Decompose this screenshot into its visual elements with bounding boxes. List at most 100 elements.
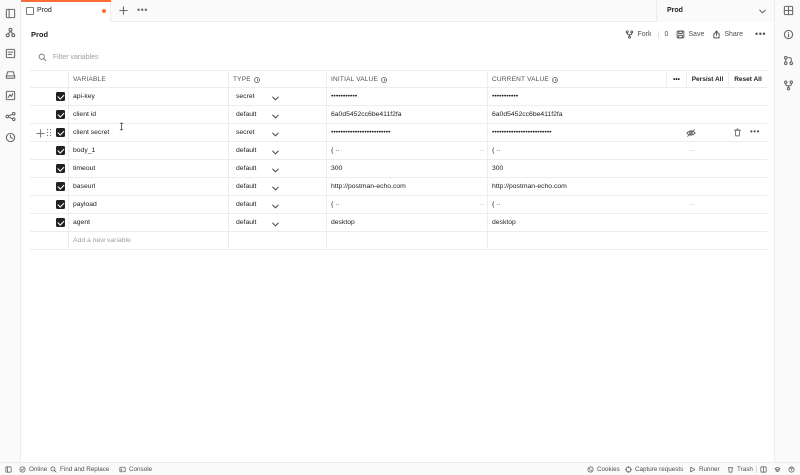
expand-value-icon[interactable]: …	[689, 201, 695, 207]
console-button[interactable]: Console	[119, 466, 152, 473]
reset-all-button[interactable]: Reset All	[728, 71, 767, 88]
row-enabled-checkbox[interactable]	[56, 164, 65, 173]
variable-name[interactable]: payload	[73, 201, 223, 208]
current-value[interactable]: •••••••••••	[492, 93, 642, 100]
fork-button[interactable]: Fork 0	[625, 29, 668, 39]
table-row[interactable]: timeout default 300 300	[30, 160, 767, 178]
chevron-down-icon[interactable]	[270, 93, 279, 101]
table-row[interactable]: api-key secret ••••••••••• •••••••••••	[30, 88, 767, 106]
chevron-down-icon[interactable]	[270, 183, 279, 191]
new-tab-plus-icon[interactable]	[118, 5, 129, 16]
chevron-down-icon[interactable]	[270, 201, 279, 209]
row-enabled-checkbox[interactable]	[56, 128, 65, 137]
current-value[interactable]: •••••••••••••••••••••••••	[492, 129, 642, 136]
table-row[interactable]: body_1 default { ·· … { ·· …	[30, 142, 767, 160]
mock-servers-icon[interactable]	[5, 90, 16, 101]
row-more-icon[interactable]: •••	[750, 127, 760, 136]
bootcamp-icon[interactable]	[774, 466, 781, 473]
row-enabled-checkbox[interactable]	[56, 182, 65, 191]
expand-value-icon[interactable]: …	[689, 147, 695, 153]
toggle-sidebar-icon[interactable]	[5, 466, 12, 473]
search-icon	[50, 466, 57, 473]
share-button[interactable]: Share	[712, 30, 743, 39]
capture-requests-button[interactable]: Capture requests	[625, 466, 683, 473]
table-row[interactable]: baseurl default http://postman-echo.com …	[30, 178, 767, 196]
expand-value-icon[interactable]: …	[479, 147, 485, 153]
initial-value[interactable]: { ··	[331, 201, 481, 208]
help-icon[interactable]	[788, 466, 795, 473]
initial-value[interactable]: 6a0d5452cc6be411f2fa	[331, 111, 481, 118]
runner-button[interactable]: Runner	[689, 466, 720, 473]
info-icon[interactable]	[783, 29, 794, 40]
table-row[interactable]: client secret secret •••••••••••••••••••…	[30, 124, 767, 142]
current-value[interactable]: 300	[492, 165, 642, 172]
online-status-button[interactable]: Online	[19, 466, 47, 473]
current-value[interactable]: desktop	[492, 219, 642, 226]
variable-name[interactable]: body_1	[73, 147, 223, 154]
fork-icon[interactable]	[783, 80, 794, 91]
initial-value[interactable]: { ··	[331, 147, 481, 154]
runner-label: Runner	[699, 466, 720, 473]
variable-name[interactable]: client id	[73, 111, 223, 118]
flows-icon[interactable]	[5, 111, 16, 122]
current-value[interactable]: { ··	[492, 147, 642, 154]
chevron-down-icon[interactable]	[270, 147, 279, 155]
row-enabled-checkbox[interactable]	[56, 110, 65, 119]
initial-value[interactable]: 300	[331, 165, 481, 172]
expand-value-icon[interactable]: …	[479, 201, 485, 207]
variable-name[interactable]: client secret	[73, 129, 223, 136]
trash-icon[interactable]	[733, 128, 742, 137]
table-row[interactable]: client id default 6a0d5452cc6be411f2fa 6…	[30, 106, 767, 124]
filter-variables-input[interactable]: Filter variables	[53, 54, 99, 61]
table-row[interactable]: agent default desktop desktop	[30, 214, 767, 232]
cookies-button[interactable]: Cookies	[587, 466, 620, 473]
chevron-down-icon[interactable]	[270, 111, 279, 119]
variable-name[interactable]: timeout	[73, 165, 223, 172]
search-icon	[38, 53, 47, 61]
variable-name[interactable]: agent	[73, 219, 223, 226]
filter-variables[interactable]: Filter variables	[38, 51, 338, 63]
history-icon[interactable]	[5, 132, 16, 143]
fork-label: Fork	[637, 30, 652, 38]
home-icon[interactable]	[5, 8, 16, 19]
find-and-replace-button[interactable]: Find and Replace	[50, 466, 109, 473]
initial-value[interactable]: •••••••••••	[331, 93, 481, 100]
row-enabled-checkbox[interactable]	[56, 200, 65, 209]
current-value[interactable]: http://postman-echo.com	[492, 183, 642, 190]
two-pane-view-icon[interactable]	[760, 466, 767, 473]
initial-value[interactable]: •••••••••••••••••••••••••	[331, 129, 481, 136]
row-enabled-checkbox[interactable]	[56, 92, 65, 101]
chevron-down-icon[interactable]	[270, 129, 279, 137]
initial-value[interactable]: http://postman-echo.com	[331, 183, 481, 190]
add-row-plus-icon[interactable]	[35, 128, 45, 138]
variable-name[interactable]: api-key	[73, 93, 223, 100]
fork-count: 0	[658, 30, 668, 38]
unsaved-changes-dot-icon[interactable]	[102, 9, 106, 13]
eye-off-icon[interactable]	[686, 128, 696, 138]
table-row[interactable]: payload default { ·· … { ·· …	[30, 196, 767, 214]
chevron-down-icon[interactable]	[270, 165, 279, 173]
persist-all-button[interactable]: Persist All	[686, 71, 728, 88]
current-value[interactable]: 6a0d5452cc6be411f2fa	[492, 111, 642, 118]
environment-selector[interactable]: Prod	[656, 0, 774, 22]
current-value[interactable]: { ··	[492, 201, 642, 208]
collections-icon[interactable]	[5, 48, 16, 59]
row-enabled-checkbox[interactable]	[56, 146, 65, 155]
more-actions-icon[interactable]: •••	[755, 29, 766, 39]
variable-name[interactable]: baseurl	[73, 183, 223, 190]
chevron-down-icon[interactable]	[270, 219, 279, 227]
add-variable-row[interactable]: Add a new variable	[30, 232, 767, 250]
initial-value[interactable]: desktop	[331, 219, 481, 226]
environment-quick-look-icon[interactable]	[783, 5, 794, 16]
tab-prod[interactable]: Prod	[21, 0, 111, 22]
tab-more-options-icon[interactable]: •••	[137, 5, 148, 15]
save-button[interactable]: Save	[676, 30, 704, 39]
trash-button[interactable]: Trash	[727, 466, 753, 473]
apis-icon[interactable]	[5, 27, 16, 38]
drag-handle-icon[interactable]	[46, 128, 52, 137]
column-options-icon[interactable]: •••	[666, 71, 686, 88]
environments-icon[interactable]	[5, 69, 16, 80]
add-variable-input[interactable]: Add a new variable	[73, 237, 223, 244]
pull-request-icon[interactable]	[783, 55, 794, 66]
row-enabled-checkbox[interactable]	[56, 218, 65, 227]
